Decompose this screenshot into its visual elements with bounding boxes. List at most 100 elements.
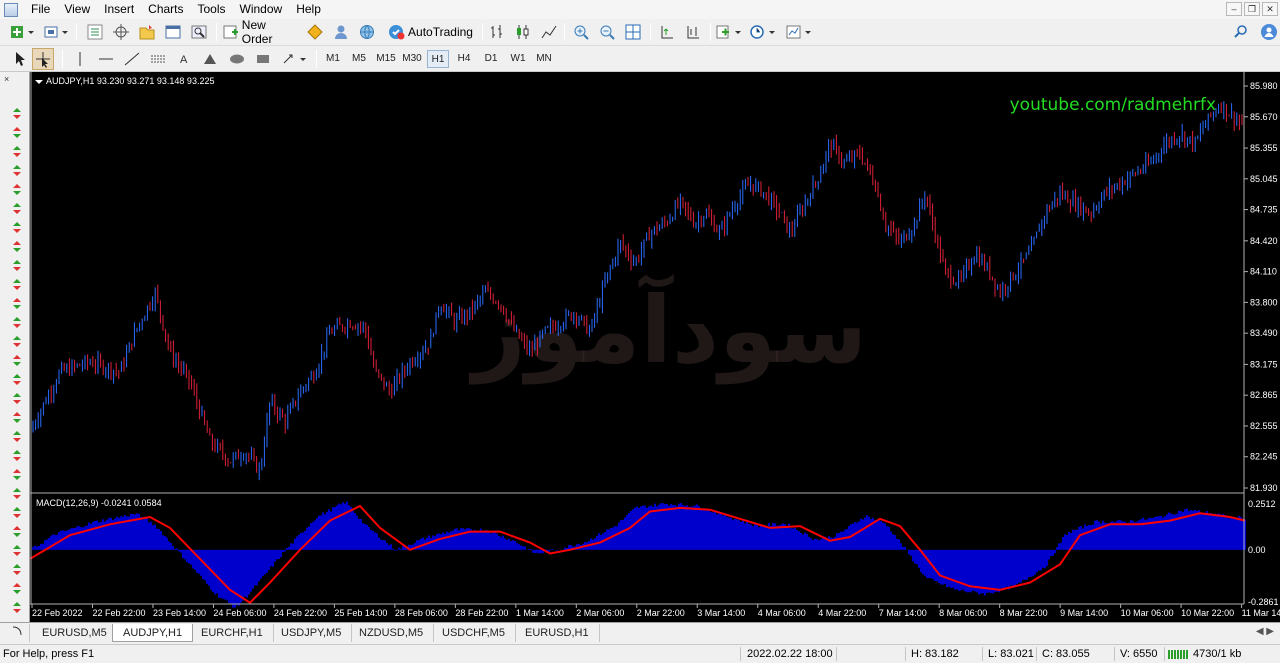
script-tab-icon[interactable] (2, 624, 30, 642)
autotrading-button[interactable]: AutoTrading (384, 21, 476, 43)
chart-window[interactable]: سودآموز 85.980 85.670 85.355 85.045 84.735 84… (30, 72, 1280, 640)
cursor-button[interactable] (8, 48, 30, 70)
tf-w1[interactable]: W1 (507, 50, 529, 68)
nav-arrow-icon[interactable] (13, 393, 21, 404)
horizontal-line-button[interactable] (96, 48, 116, 70)
menu-tools[interactable]: Tools (191, 0, 233, 19)
nav-arrow-icon[interactable] (13, 108, 21, 119)
nav-arrow-icon[interactable] (13, 127, 21, 138)
profiles-button[interactable] (42, 21, 70, 43)
tf-m5[interactable]: M5 (348, 50, 370, 68)
nav-arrow-icon[interactable] (13, 184, 21, 195)
nav-arrow-icon[interactable] (13, 583, 21, 594)
data-window-button[interactable] (110, 21, 132, 43)
nav-arrow-icon[interactable] (13, 355, 21, 366)
chart-collapse-icon[interactable] (35, 80, 43, 84)
tf-m15[interactable]: M15 (374, 50, 398, 68)
nav-arrow-icon[interactable] (13, 260, 21, 271)
nav-arrow-icon[interactable] (13, 545, 21, 556)
watermark-logo: سودآموز (469, 274, 868, 385)
line-chart-button[interactable] (538, 21, 560, 43)
nav-arrow-icon[interactable] (13, 203, 21, 214)
templates-button[interactable] (784, 21, 814, 43)
terminal-button[interactable] (162, 21, 184, 43)
tab-eurchf-h1[interactable]: EURCHF,H1 (191, 624, 274, 642)
tf-m30[interactable]: M30 (400, 50, 424, 68)
equidistant-channel-button[interactable] (148, 48, 168, 70)
menu-window[interactable]: Window (233, 0, 290, 19)
trendline-button[interactable] (122, 48, 142, 70)
nav-arrow-icon[interactable] (13, 412, 21, 423)
navigator-arrows[interactable]: × (0, 72, 30, 640)
new-chart-button[interactable] (8, 21, 36, 43)
nav-arrow-icon[interactable] (13, 165, 21, 176)
tab-eurusd-h1[interactable]: EURUSD,H1 (515, 624, 600, 642)
nav-arrow-icon[interactable] (13, 507, 21, 518)
tf-m1[interactable]: M1 (322, 50, 344, 68)
crosshair-tool-button[interactable] (32, 48, 54, 70)
nav-arrow-icon[interactable] (13, 336, 21, 347)
nav-arrow-icon[interactable] (13, 431, 21, 442)
new-order-button[interactable]: New Order (222, 18, 300, 46)
close-icon[interactable]: ✕ (1262, 2, 1278, 16)
nav-arrow-icon[interactable] (13, 317, 21, 328)
tab-scroll-arrows[interactable]: ◀ ▶ (1256, 626, 1274, 637)
arrows-tool-button[interactable] (280, 48, 310, 70)
signals-button[interactable] (330, 21, 352, 43)
dock-close-icon[interactable]: × (4, 74, 9, 84)
tf-h1[interactable]: H1 (427, 50, 449, 68)
nav-arrow-icon[interactable] (13, 222, 21, 233)
status-connection[interactable]: 4730/1 kb (1168, 645, 1241, 663)
market-watch-button[interactable] (84, 21, 106, 43)
market-button[interactable] (356, 21, 378, 43)
nav-arrow-icon[interactable] (13, 450, 21, 461)
menu-help[interactable]: Help (289, 0, 328, 19)
tab-eurusd-m5[interactable]: EURUSD,M5 (32, 624, 118, 642)
tab-usdchf-m5[interactable]: USDCHF,M5 (432, 624, 516, 642)
tab-nzdusd-m5[interactable]: NZDUSD,M5 (349, 624, 435, 642)
tab-usdjpy-m5[interactable]: USDJPY,M5 (271, 624, 353, 642)
chart-shift-button[interactable] (682, 21, 704, 43)
rectangle-tool-button[interactable] (252, 48, 274, 70)
minimize-icon[interactable]: – (1226, 2, 1242, 16)
nav-arrow-icon[interactable] (13, 488, 21, 499)
tf-d1[interactable]: D1 (480, 50, 502, 68)
nav-arrow-icon[interactable] (13, 564, 21, 575)
bar-chart-button[interactable] (486, 21, 508, 43)
menu-charts[interactable]: Charts (141, 0, 190, 19)
nav-arrow-icon[interactable] (13, 241, 21, 252)
tile-windows-button[interactable] (622, 21, 644, 43)
price-chart[interactable]: سودآموز 85.980 85.670 85.355 85.045 84.735 84… (30, 72, 1280, 620)
time-tick-label: 1 Mar 14:00 (516, 608, 564, 618)
ellipse-tool-button[interactable] (226, 48, 248, 70)
time-tick-label: 23 Feb 14:00 (153, 608, 206, 618)
tf-h4[interactable]: H4 (453, 50, 475, 68)
nav-arrow-icon[interactable] (13, 279, 21, 290)
restore-icon[interactable]: ❐ (1244, 2, 1260, 16)
zoom-in-button[interactable] (570, 21, 592, 43)
menu-view[interactable]: View (57, 0, 97, 19)
nav-arrow-icon[interactable] (13, 374, 21, 385)
nav-arrow-icon[interactable] (13, 298, 21, 309)
menu-insert[interactable]: Insert (97, 0, 141, 19)
zoom-out-button[interactable] (596, 21, 618, 43)
nav-arrow-icon[interactable] (13, 602, 21, 613)
tf-mn[interactable]: MN (532, 50, 556, 68)
tab-audjpy-h1[interactable]: AUDJPY,H1 (112, 624, 194, 642)
indicators-button[interactable] (714, 21, 744, 43)
navigator-button[interactable] (136, 21, 158, 43)
nav-arrow-icon[interactable] (13, 526, 21, 537)
periods-button[interactable] (748, 21, 778, 43)
strategy-tester-button[interactable] (188, 21, 210, 43)
nav-arrow-icon[interactable] (13, 146, 21, 157)
menu-file[interactable]: File (24, 0, 57, 19)
auto-scroll-button[interactable] (656, 21, 678, 43)
search-button[interactable] (1230, 21, 1252, 43)
community-button[interactable] (1258, 21, 1280, 43)
triangle-tool-button[interactable] (200, 48, 220, 70)
candlestick-button[interactable] (512, 21, 534, 43)
vertical-line-button[interactable] (70, 48, 90, 70)
text-tool-button[interactable]: A (174, 48, 194, 70)
nav-arrow-icon[interactable] (13, 469, 21, 480)
metaeditor-button[interactable] (304, 21, 326, 43)
